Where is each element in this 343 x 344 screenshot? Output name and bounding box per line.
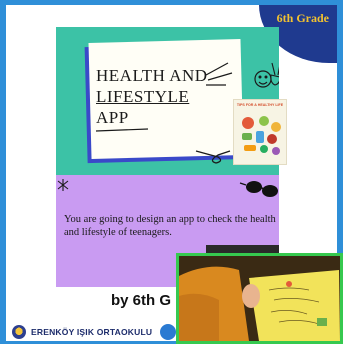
school-seal-icon xyxy=(12,325,26,339)
title-card: HEALTH AND LIFESTYLE APP TIPS FOR A HEAL… xyxy=(56,27,287,175)
slide-title: HEALTH AND LIFESTYLE APP xyxy=(96,65,246,128)
sunglasses-icon xyxy=(239,181,278,197)
school-logo-icon xyxy=(159,323,177,341)
app-description: You are going to design an app to check … xyxy=(64,214,276,238)
squiggle-doodle xyxy=(195,150,231,164)
peace-hand-icon xyxy=(270,62,279,86)
camera-feed-window[interactable] xyxy=(176,253,343,344)
grade-label: 6th Grade xyxy=(276,11,329,25)
school-footer: ERENKÖY IŞIK ORTAOKULU xyxy=(12,325,152,339)
title-line-1: HEALTH AND xyxy=(96,66,208,85)
school-name: ERENKÖY IŞIK ORTAOKULU xyxy=(31,327,153,337)
healthy-life-poster: TIPS FOR A HEALTHY LIFE xyxy=(233,99,287,165)
poster-title: TIPS FOR A HEALTHY LIFE xyxy=(236,103,284,107)
star-doodle xyxy=(57,179,69,191)
camera-feed-icon xyxy=(179,256,340,341)
poster-illustration xyxy=(242,116,281,155)
app-underline xyxy=(95,128,149,132)
smiley-icon xyxy=(254,70,272,88)
title-line-3: APP xyxy=(96,108,129,127)
title-line-2: LIFESTYLE xyxy=(96,87,190,106)
byline-text: by 6th G xyxy=(111,292,172,309)
